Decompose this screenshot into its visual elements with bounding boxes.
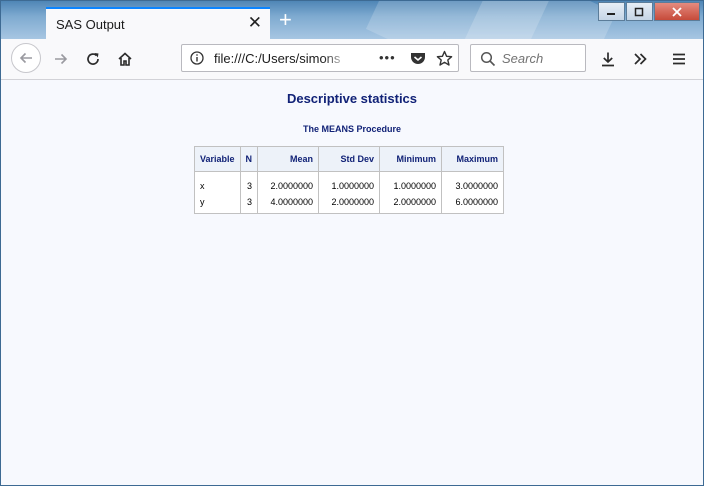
procedure-title: The MEANS Procedure — [302, 124, 402, 134]
table-header-row: Variable N Mean Std Dev Minimum Maximum — [194, 146, 505, 172]
info-icon[interactable] — [190, 51, 204, 65]
window-controls — [598, 2, 700, 21]
table-cell: 2.0000000 — [318, 194, 381, 214]
bookmark-star-icon[interactable] — [436, 50, 453, 67]
table-cell: 3.0000000 — [441, 171, 505, 194]
browser-window: SAS Output ✕ + file:///C:/Users/simons •… — [0, 0, 704, 486]
table-cell: 3 — [239, 194, 259, 214]
reload-button[interactable] — [81, 47, 105, 71]
search-icon — [480, 51, 496, 67]
minimize-button[interactable] — [598, 2, 625, 21]
tab-close-icon[interactable]: ✕ — [248, 13, 262, 33]
table-cell: y — [194, 194, 241, 214]
maximize-icon — [635, 7, 644, 16]
main-menu-button[interactable] — [667, 47, 691, 71]
reload-icon — [87, 53, 99, 65]
download-icon — [602, 52, 614, 67]
column-header: N — [239, 146, 259, 172]
url-text[interactable]: file:///C:/Users/simons — [214, 51, 350, 66]
home-icon — [118, 52, 132, 66]
hamburger-menu-icon — [673, 53, 685, 65]
column-header: Maximum — [441, 146, 505, 172]
table-row: y 3 4.0000000 2.0000000 2.0000000 6.0000… — [194, 194, 505, 214]
new-tab-button[interactable]: + — [279, 9, 292, 31]
maximize-button[interactable] — [625, 2, 653, 21]
pocket-icon[interactable] — [410, 51, 426, 65]
column-header: Minimum — [379, 146, 443, 172]
double-chevron-right-icon — [634, 53, 647, 65]
arrow-left-icon — [19, 52, 32, 64]
close-icon — [672, 6, 682, 17]
arrow-right-icon — [55, 53, 68, 65]
search-placeholder: Search — [502, 51, 544, 66]
column-header: Std Dev — [318, 146, 381, 172]
navigation-toolbar: file:///C:/Users/simons ••• Search — [1, 39, 703, 80]
column-header: Mean — [257, 146, 320, 172]
downloads-button[interactable] — [596, 47, 620, 71]
table-cell: 4.0000000 — [257, 194, 320, 214]
tab-strip: SAS Output ✕ + — [1, 1, 703, 39]
table-row: x 3 2.0000000 1.0000000 1.0000000 3.0000… — [194, 171, 505, 194]
address-bar[interactable]: file:///C:/Users/simons ••• — [181, 44, 459, 72]
table-cell: 1.0000000 — [379, 171, 443, 194]
page-actions-icon[interactable]: ••• — [379, 50, 396, 65]
close-window-button[interactable] — [653, 2, 700, 21]
tab-sas-output[interactable]: SAS Output ✕ — [46, 7, 270, 39]
page-content: Descriptive statistics The MEANS Procedu… — [1, 80, 703, 485]
means-table: Variable N Mean Std Dev Minimum Maximum … — [194, 146, 505, 214]
column-header: Variable — [194, 146, 241, 172]
back-button[interactable] — [11, 43, 41, 73]
overflow-menu-button[interactable] — [628, 47, 652, 71]
page-title: Descriptive statistics — [286, 91, 418, 106]
home-button[interactable] — [113, 47, 137, 71]
tab-title: SAS Output — [56, 17, 125, 32]
forward-button[interactable] — [49, 47, 73, 71]
table-cell: 1.0000000 — [318, 171, 381, 194]
table-cell: 6.0000000 — [441, 194, 505, 214]
table-cell: 2.0000000 — [379, 194, 443, 214]
table-cell: 3 — [239, 171, 259, 194]
minimize-icon — [607, 12, 616, 15]
table-cell: 2.0000000 — [257, 171, 320, 194]
table-cell: x — [194, 171, 241, 194]
search-bar[interactable]: Search — [470, 44, 586, 72]
